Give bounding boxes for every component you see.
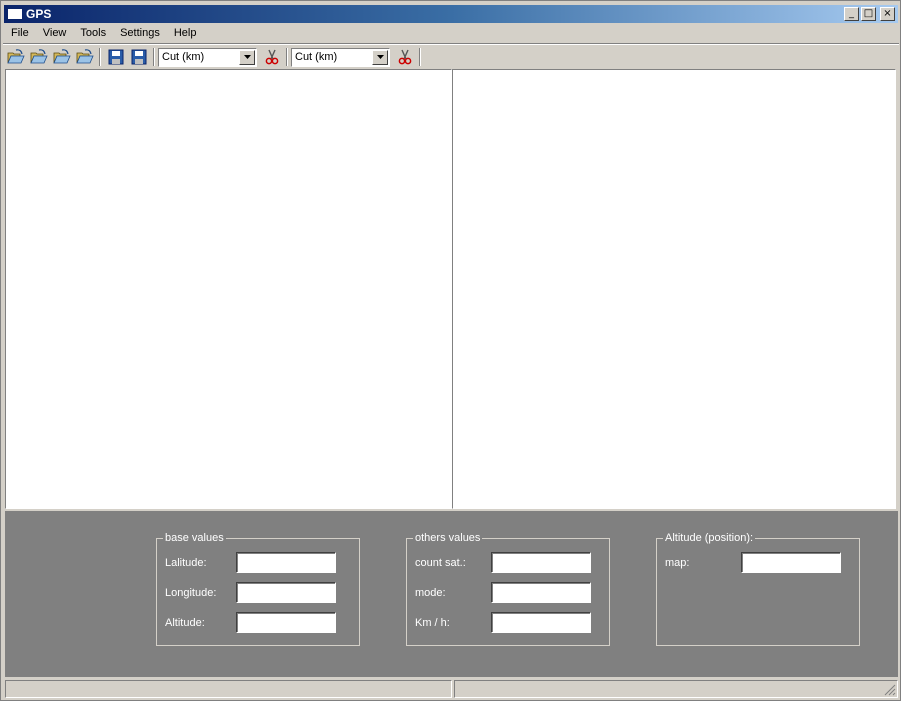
- menu-tools[interactable]: Tools: [73, 25, 113, 43]
- close-button[interactable]: ×: [880, 7, 895, 21]
- minimize-button[interactable]: _: [844, 7, 859, 21]
- toolbar-separator: [153, 48, 155, 66]
- maximize-button[interactable]: □: [861, 7, 876, 21]
- count-sat-field[interactable]: [491, 552, 591, 573]
- cut-unit-select-1[interactable]: Cut (km): [158, 47, 257, 67]
- map-label: map:: [665, 557, 690, 569]
- save-as-icon[interactable]: [127, 47, 150, 67]
- count-sat-label: count sat.:: [415, 557, 466, 569]
- cut-unit-value-2: Cut (km): [295, 51, 338, 63]
- app-window: GPS _ □ × File View Tools Settings Help: [0, 0, 901, 701]
- mode-field[interactable]: [491, 582, 591, 603]
- speed-label: Km / h:: [415, 617, 450, 629]
- chevron-down-icon[interactable]: [372, 49, 388, 65]
- cut-unit-value-1: Cut (km): [162, 51, 205, 63]
- base-values-group: base values Lalitude: Longitude: Altitud…: [156, 532, 360, 646]
- window-title: GPS: [26, 7, 52, 21]
- altitude-position-group: Altitude (position): map:: [656, 532, 860, 646]
- open-icon[interactable]: [27, 47, 50, 67]
- mode-label: mode:: [415, 587, 446, 599]
- left-view-pane[interactable]: [5, 69, 452, 509]
- group-title: others values: [413, 532, 483, 544]
- menu-separator: [3, 43, 899, 45]
- menu-view[interactable]: View: [36, 25, 74, 43]
- chevron-down-icon[interactable]: [239, 49, 255, 65]
- latitude-label: Lalitude:: [165, 557, 207, 569]
- map-field[interactable]: [741, 552, 841, 573]
- status-cell-right: [454, 680, 898, 698]
- group-title: base values: [163, 532, 226, 544]
- status-bar: [5, 680, 898, 698]
- speed-field[interactable]: [491, 612, 591, 633]
- altitude-label: Altitude:: [165, 617, 205, 629]
- app-icon: [7, 8, 23, 20]
- status-cell-left: [5, 680, 452, 698]
- others-values-group: others values count sat.: mode: Km / h:: [406, 532, 610, 646]
- open-icon[interactable]: [50, 47, 73, 67]
- latitude-field[interactable]: [236, 552, 336, 573]
- group-title: Altitude (position):: [663, 532, 756, 544]
- menu-file[interactable]: File: [4, 25, 36, 43]
- altitude-field[interactable]: [236, 612, 336, 633]
- menu-bar: File View Tools Settings Help: [4, 25, 203, 43]
- scissors-icon[interactable]: [260, 47, 283, 67]
- longitude-label: Longitude:: [165, 587, 217, 599]
- open-icon[interactable]: [4, 47, 27, 67]
- resize-grip-icon[interactable]: [884, 684, 896, 696]
- menu-settings[interactable]: Settings: [113, 25, 167, 43]
- toolbar: Cut (km) Cut (km): [4, 46, 424, 68]
- menu-help[interactable]: Help: [167, 25, 204, 43]
- right-view-pane[interactable]: [452, 69, 896, 509]
- cut-unit-select-2[interactable]: Cut (km): [291, 47, 390, 67]
- open-icon[interactable]: [73, 47, 96, 67]
- longitude-field[interactable]: [236, 582, 336, 603]
- info-panel: base values Lalitude: Longitude: Altitud…: [5, 511, 898, 677]
- toolbar-separator: [99, 48, 101, 66]
- toolbar-separator: [286, 48, 288, 66]
- scissors-icon[interactable]: [393, 47, 416, 67]
- title-bar[interactable]: GPS _ □ ×: [4, 5, 898, 23]
- toolbar-separator: [419, 48, 421, 66]
- save-icon[interactable]: [104, 47, 127, 67]
